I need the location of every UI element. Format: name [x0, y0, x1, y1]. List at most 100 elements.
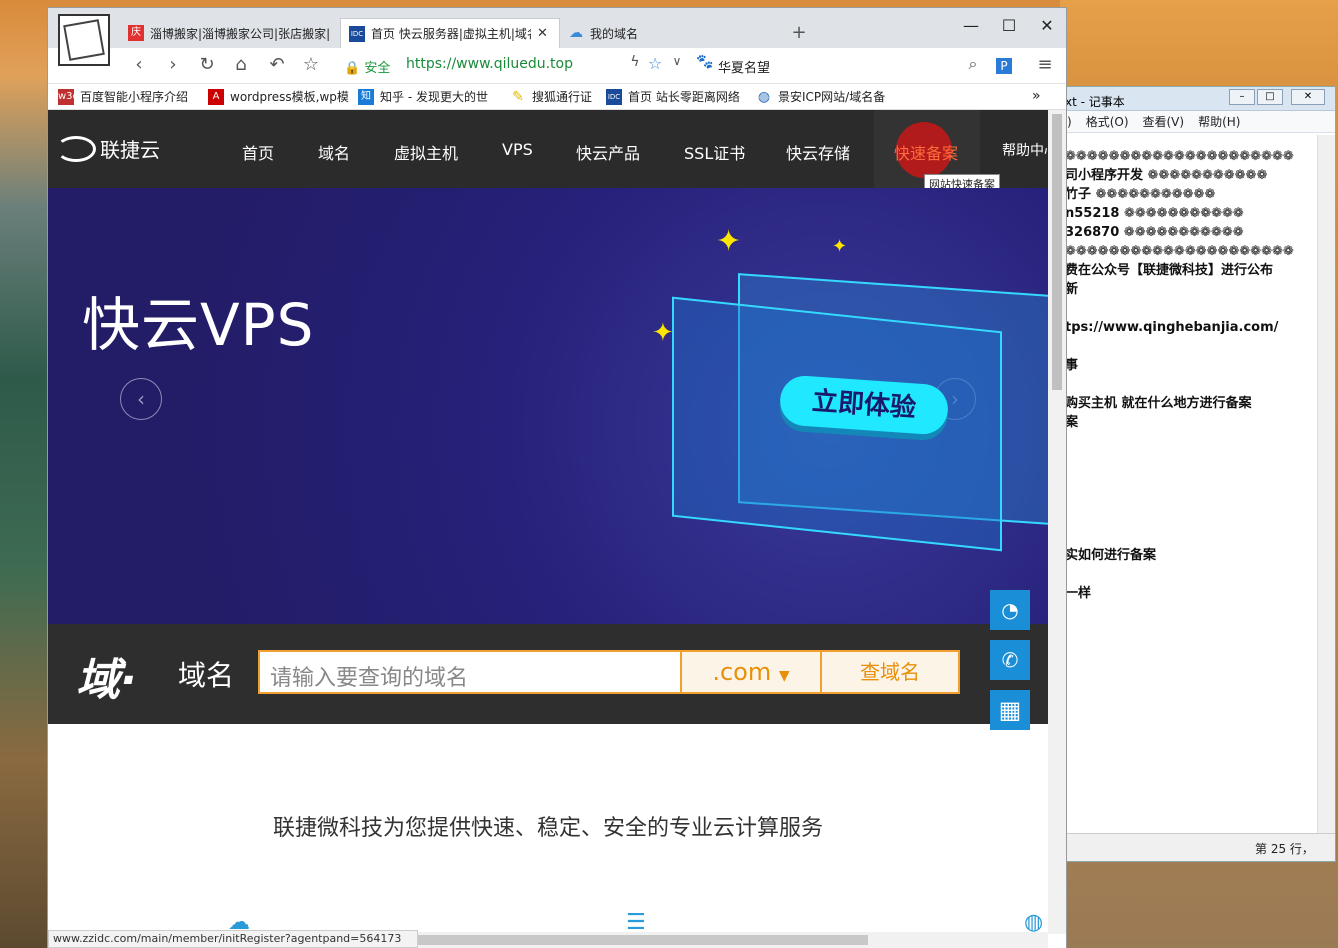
close-icon[interactable]: ✕	[1291, 89, 1325, 105]
notepad-scrollbar[interactable]	[1317, 135, 1335, 833]
feather-icon: ✎	[512, 88, 524, 105]
tagline: 联捷微科技为您提供快速、稳定、安全的专业云计算服务	[272, 816, 823, 841]
star-icon: ✦	[716, 224, 742, 259]
search-domain-button[interactable]: 查域名	[820, 650, 960, 694]
bookmarks-bar: w3c 百度智能小程序介绍 Awordpress模板,wp模 知知乎 - 发现更大…	[48, 84, 1066, 110]
horizontal-scrollbar[interactable]	[418, 932, 1048, 948]
domain-suffix-select[interactable]: .com ▼	[680, 650, 822, 694]
tab-my-domain[interactable]: ☁ 我的域名	[560, 18, 780, 48]
nav-virtual-host[interactable]: 虚拟主机	[394, 140, 458, 164]
browser-window[interactable]: 庆 淄博搬家|淄博搬家公司|张店搬家| IDC 首页 快云服务器|虚拟主机|域名…	[48, 8, 1066, 948]
menu-format[interactable]: 格式(O)	[1086, 113, 1129, 130]
notepad-line: 案	[1065, 415, 1079, 430]
prev-slide-button[interactable]: ‹	[120, 378, 162, 420]
bookmark-item[interactable]: Awordpress模板,wp模	[208, 88, 349, 105]
bookmark-item[interactable]: ✎ 搜狐通行证	[510, 88, 592, 105]
forward-icon[interactable]: ›	[162, 54, 184, 75]
tab-kuaiyun[interactable]: IDC 首页 快云服务器|虚拟主机|域名 ✕	[340, 18, 560, 48]
bookmark-item[interactable]: IDC 首页 站长零距离网络	[606, 88, 740, 105]
notepad-line: ❁❁❁❁❁❁❁❁❁❁❁❁❁❁❁❁❁❁❁❁❁	[1065, 149, 1294, 164]
back-icon[interactable]: ‹	[128, 54, 150, 75]
home-icon[interactable]: ⌂	[230, 54, 252, 75]
notepad-line: ❁❁❁❁❁❁❁❁❁❁❁❁❁❁❁❁❁❁❁❁❁	[1065, 244, 1294, 259]
scroll-thumb[interactable]	[1052, 114, 1062, 390]
undo-icon[interactable]: ↶	[266, 54, 288, 75]
notepad-line: 事	[1065, 358, 1079, 373]
qq-icon[interactable]: ◔	[990, 590, 1030, 630]
site-header: 联捷云 首页 域名 虚拟主机 VPS 快云产品 SSL证书 快云存储 快速备案 …	[48, 110, 1048, 194]
tab-bar: 庆 淄博搬家|淄博搬家公司|张店搬家| IDC 首页 快云服务器|虚拟主机|域名…	[48, 8, 1066, 48]
star-icon: ✦	[832, 236, 848, 257]
bookmark-item[interactable]: 知知乎 - 发现更大的世	[358, 88, 488, 105]
tab-close-icon[interactable]: ✕	[537, 26, 548, 41]
bookmark-star-icon[interactable]: ☆	[644, 54, 666, 73]
maximize-icon[interactable]: ☐	[994, 16, 1024, 35]
notepad-window[interactable]: xt - 记事本 – □ ✕ ) 格式(O) 查看(V) 帮助(H) ❁❁❁❁❁…	[1064, 86, 1336, 862]
notepad-line: 新	[1065, 282, 1079, 297]
close-icon[interactable]: ✕	[1032, 16, 1062, 35]
notepad-line: 购买主机 就在什么地方进行备案	[1065, 396, 1252, 411]
banner-title: 快云VPS	[82, 291, 315, 359]
bookmarks-more-button[interactable]: »	[1032, 88, 1041, 104]
notepad-line	[1065, 299, 1317, 318]
dropdown-triangle-icon: ▼	[778, 668, 790, 684]
url-field[interactable]: https://www.qiluedu.top	[406, 56, 573, 72]
minimize-icon[interactable]: —	[956, 16, 986, 35]
search-icon[interactable]: ⌕	[962, 54, 984, 74]
phone-icon[interactable]: ✆	[990, 640, 1030, 680]
page-scrollbar[interactable]	[1048, 110, 1066, 934]
new-tab-button[interactable]: +	[784, 22, 814, 43]
notepad-line: 326870 ❁❁❁❁❁❁❁❁❁❁❁	[1065, 225, 1244, 240]
menu-view[interactable]: 查看(V)	[1143, 113, 1185, 130]
notepad-titlebar[interactable]: xt - 记事本 – □ ✕	[1065, 87, 1335, 111]
link-status-bar: www.zzidc.com/main/member/initRegister?a…	[48, 930, 418, 948]
nav-storage[interactable]: 快云存储	[786, 140, 850, 164]
notepad-line	[1065, 337, 1317, 356]
nav-ssl[interactable]: SSL证书	[684, 140, 745, 164]
notepad-line	[1065, 432, 1317, 451]
notepad-line	[1065, 375, 1317, 394]
notepad-line: tps://www.qinghebanjia.com/	[1065, 320, 1279, 335]
domain-logo-icon: 域·	[76, 655, 137, 706]
notepad-line	[1065, 527, 1317, 546]
chevron-down-icon[interactable]: ∨	[666, 54, 688, 68]
search-engine-label[interactable]: 华夏名望	[718, 57, 770, 76]
menu-help[interactable]: 帮助(H)	[1198, 113, 1240, 130]
notepad-text-area[interactable]: ❁❁❁❁❁❁❁❁❁❁❁❁❁❁❁❁❁❁❁❁❁ 司小程序开发 ❁❁❁❁❁❁❁❁❁❁❁ 竹…	[1065, 135, 1317, 833]
browser-logo	[58, 14, 110, 66]
bookmark-item[interactable]: w3c 百度智能小程序介绍	[58, 88, 188, 105]
tab-label: 首页 快云服务器|虚拟主机|域名	[371, 27, 531, 41]
notepad-line: 竹子 ❁❁❁❁❁❁❁❁❁❁❁	[1065, 187, 1216, 202]
minimize-icon[interactable]: –	[1229, 89, 1255, 105]
maximize-icon[interactable]: □	[1257, 89, 1283, 105]
logo-swirl-icon	[56, 135, 96, 162]
nav-vps[interactable]: VPS	[502, 140, 533, 159]
nav-home[interactable]: 首页	[242, 140, 274, 164]
menu-icon[interactable]: ≡	[1034, 54, 1056, 75]
domain-search-input[interactable]: 请输入要查询的域名	[258, 650, 680, 694]
reload-icon[interactable]: ↻	[196, 54, 218, 75]
tab-banjia[interactable]: 庆 淄博搬家|淄博搬家公司|张店搬家|	[120, 18, 340, 48]
qr-code-icon[interactable]: ▦	[990, 690, 1030, 730]
notepad-line	[1065, 489, 1317, 508]
tab-favicon-icon: IDC	[349, 25, 365, 42]
favorite-star-icon[interactable]: ☆	[300, 54, 322, 75]
hero-banner[interactable]: 快云VPS ‹ › ✦ ✦ ✦ 立即体验	[48, 188, 1048, 624]
nav-kuaiyun-products[interactable]: 快云产品	[576, 140, 640, 164]
nav-fast-filing[interactable]: 快速备案	[894, 140, 958, 164]
tab-label: 淄博搬家|淄博搬家公司|张店搬家|	[150, 26, 331, 41]
bookmark-item[interactable]: ◍ 景安ICP网站/域名备	[756, 88, 885, 105]
scroll-thumb[interactable]	[418, 935, 868, 945]
domain-search-section: 域· 域名 请输入要查询的域名 .com ▼ 查域名	[48, 624, 1048, 724]
extension-p-icon[interactable]: P	[996, 58, 1012, 74]
menu-item[interactable]: )	[1067, 115, 1072, 129]
nav-domain[interactable]: 域名	[318, 140, 350, 164]
web-page: 联捷云 首页 域名 虚拟主机 VPS 快云产品 SSL证书 快云存储 快速备案 …	[48, 110, 1048, 934]
notepad-line: 实如何进行备案	[1065, 548, 1157, 563]
notepad-line: 一样	[1065, 586, 1092, 601]
lightning-icon[interactable]: ϟ	[624, 54, 646, 70]
site-logo[interactable]: 联捷云	[56, 134, 160, 163]
cloud-icon: ☁	[569, 25, 583, 41]
nav-help[interactable]: 帮助中心	[1002, 140, 1048, 160]
star-icon: ✦	[652, 318, 674, 348]
